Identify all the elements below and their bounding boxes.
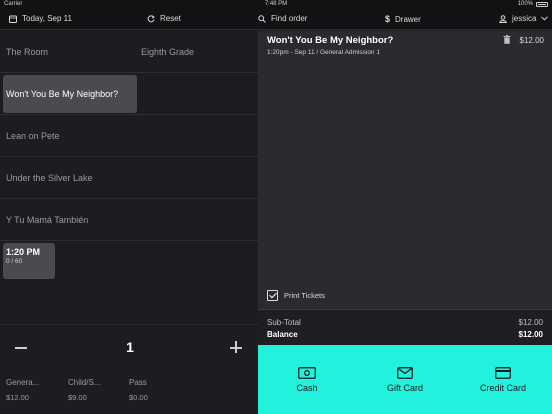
find-order-label: Find order	[271, 14, 308, 23]
ticket-type-name: Pass	[129, 378, 147, 387]
user-icon	[499, 14, 507, 23]
film-item[interactable]: The Room	[6, 31, 48, 73]
user-menu-button[interactable]: jessica	[499, 14, 549, 23]
film-item[interactable]: Y Tu Mamá También	[6, 199, 88, 241]
subtotal-value: $12.00	[518, 318, 543, 327]
trash-icon[interactable]	[503, 35, 511, 44]
gift-card-label: Gift Card	[386, 382, 423, 393]
showtime-capacity: 0 / 60	[6, 258, 23, 265]
clock: 7:48 PM	[264, 1, 288, 7]
battery-indicator: 100%	[518, 1, 548, 7]
battery-icon	[536, 1, 548, 7]
order-item-details: 1:20pm - Sep 11 / General Admission 1	[267, 49, 380, 56]
dollar-icon: $	[385, 14, 391, 24]
showtime-time: 1:20 PM	[6, 247, 41, 257]
credit-card-icon	[495, 366, 511, 379]
print-tickets-label: Print Tickets	[284, 291, 325, 300]
film-panel: The Room Eighth Grade Won't You Be My Ne…	[0, 31, 258, 414]
order-panel: Won't You Be My Neighbor? 1:20pm - Sep 1…	[258, 31, 552, 414]
payment-methods: Cash Gift Card Credit Card	[258, 345, 552, 414]
film-row: Won't You Be My Neighbor?	[0, 73, 258, 115]
film-item[interactable]: Under the Silver Lake	[6, 157, 93, 199]
subtotal-label: Sub-Total	[267, 318, 301, 327]
film-item-selected[interactable]: Won't You Be My Neighbor?	[3, 75, 137, 113]
balance-value: $12.00	[518, 330, 543, 339]
ticket-type-price: $12.00	[6, 393, 29, 402]
search-icon	[258, 14, 266, 23]
print-tickets-checkbox[interactable]	[267, 290, 278, 301]
drawer-label: Drawer	[395, 14, 421, 24]
film-row: Lean on Pete	[0, 115, 258, 157]
find-order-button[interactable]: Find order	[258, 14, 307, 23]
quantity-value: 1	[126, 339, 134, 355]
refresh-icon	[147, 14, 155, 22]
top-nav: Today, Sep 11 Reset Find order $ Drawer …	[0, 9, 552, 30]
cash-icon	[298, 366, 316, 379]
increase-quantity-button[interactable]	[230, 337, 244, 357]
ticket-type-price: $9.00	[68, 393, 87, 402]
order-line-item[interactable]: Won't You Be My Neighbor? 1:20pm - Sep 1…	[258, 31, 552, 61]
order-item-title: Won't You Be My Neighbor?	[267, 35, 394, 46]
reset-label: Reset	[160, 14, 181, 23]
ticket-type-pass[interactable]: Pass $0.00	[129, 378, 187, 402]
print-tickets-toggle[interactable]: Print Tickets	[267, 290, 325, 301]
reset-button[interactable]: Reset	[147, 14, 181, 23]
quantity-stepper: 1	[0, 324, 258, 374]
status-bar: Carrier 7:48 PM 100%	[0, 0, 552, 9]
film-row: Y Tu Mamá También	[0, 199, 258, 241]
date-selector-button[interactable]: Today, Sep 11	[9, 14, 72, 23]
film-item[interactable]: Eighth Grade	[141, 31, 194, 73]
ticket-type-list: Genera... $12.00 Child/S... $9.00 Pass $…	[0, 374, 258, 414]
cash-button[interactable]: Cash	[258, 345, 356, 414]
cash-label: Cash	[296, 382, 318, 393]
date-label: Today, Sep 11	[22, 14, 72, 23]
order-totals: Sub-Total $12.00 Balance $12.00	[258, 309, 552, 345]
gift-card-button[interactable]: Gift Card	[356, 345, 454, 414]
chevron-down-icon	[541, 16, 549, 21]
ticket-type-child[interactable]: Child/S... $9.00	[68, 378, 126, 402]
ticket-type-name: Child/S...	[68, 378, 101, 387]
envelope-icon	[397, 366, 413, 379]
credit-card-button[interactable]: Credit Card	[454, 345, 552, 414]
ticket-type-price: $0.00	[129, 393, 148, 402]
ticket-type-general[interactable]: Genera... $12.00	[6, 378, 64, 402]
decrease-quantity-button[interactable]	[15, 337, 29, 357]
credit-card-label: Credit Card	[479, 382, 526, 393]
drawer-button[interactable]: $ Drawer	[385, 14, 421, 24]
user-name: jessica	[512, 14, 537, 23]
balance-label: Balance	[267, 330, 298, 339]
battery-percent: 100%	[517, 1, 533, 7]
balance-row: Balance $12.00	[267, 330, 543, 339]
film-row: The Room Eighth Grade	[0, 31, 258, 73]
film-item[interactable]: Lean on Pete	[6, 115, 60, 157]
order-item-price: $12.00	[519, 36, 544, 45]
showtime-button[interactable]: 1:20 PM 0 / 60	[3, 243, 55, 279]
subtotal-row: Sub-Total $12.00	[267, 318, 543, 327]
ticket-type-name: Genera...	[6, 378, 40, 387]
film-row: Under the Silver Lake	[0, 157, 258, 199]
calendar-icon	[9, 15, 17, 23]
